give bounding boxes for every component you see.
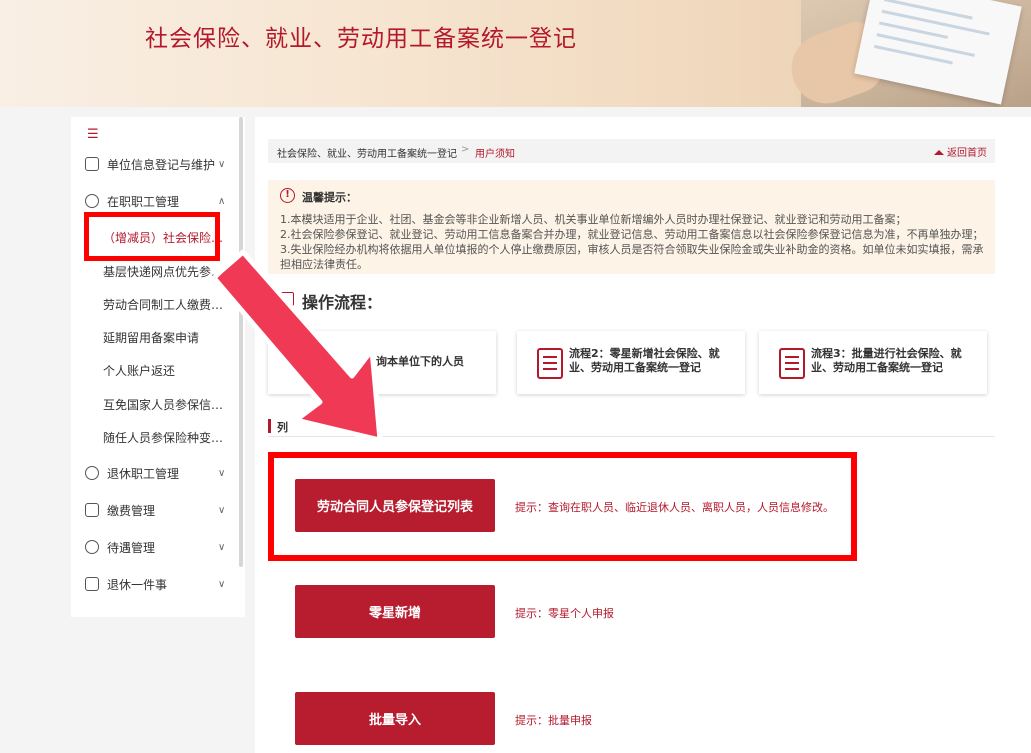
sidebar-subitem-label: 个人账户返还 bbox=[103, 363, 176, 378]
breadcrumb-level1[interactable]: 社会保险、就业、劳动用工备案统一登记 bbox=[277, 145, 457, 160]
sidebar-item-payment[interactable]: 缴费管理 ∨ bbox=[71, 495, 239, 525]
chevron-down-icon: ∨ bbox=[218, 158, 226, 170]
notice-line: 2.社会保险参保登记、就业登记、劳动用工信息备案合并办理，就业登记信息、劳动用工… bbox=[280, 228, 984, 241]
section-divider bbox=[268, 436, 995, 437]
sidebar-item-label: 退休职工管理 bbox=[107, 466, 180, 481]
sidebar-subitem-label: 互免国家人员参保信息... bbox=[103, 397, 229, 412]
sidebar-item-label: 在职职工管理 bbox=[107, 194, 180, 209]
user-group-icon bbox=[85, 194, 99, 208]
retire-icon bbox=[85, 466, 99, 480]
flowchart-icon bbox=[280, 292, 294, 306]
chevron-down-icon: ∨ bbox=[218, 467, 226, 479]
sidebar-scrollbar[interactable] bbox=[239, 117, 243, 567]
home-icon bbox=[934, 150, 944, 155]
flow-card-text: 流程2：零星新增社会保险、就业、劳动用工备案统一登记 bbox=[569, 347, 720, 374]
flow-card-text: 流程3：批量进行社会保险、就业、劳动用工备案统一登记 bbox=[811, 347, 962, 374]
sidebar-item-unit-info[interactable]: 单位信息登记与维护 ∨ bbox=[71, 149, 239, 179]
annotation-highlight-action bbox=[268, 452, 857, 561]
chevron-down-icon: ∨ bbox=[218, 504, 226, 516]
sidebar-subitem-account-refund[interactable]: 个人账户返还 bbox=[71, 355, 239, 385]
main-content: 社会保险、就业、劳动用工备案统一登记 > 用户须知 返回首页 ! 温馨提示： 1… bbox=[255, 117, 1031, 753]
alert-icon: ! bbox=[280, 188, 295, 203]
banner-illustration bbox=[781, 0, 1031, 107]
sidebar-item-retirees[interactable]: 退休职工管理 ∨ bbox=[71, 458, 239, 488]
breadcrumb: 社会保险、就业、劳动用工备案统一登记 > 用户须知 返回首页 bbox=[268, 139, 995, 163]
action-hint: 提示：批量申报 bbox=[515, 714, 592, 727]
home-link[interactable]: 返回首页 bbox=[934, 144, 987, 159]
section-accent-bar bbox=[268, 419, 271, 433]
sidebar-item-label: 缴费管理 bbox=[107, 503, 156, 518]
sidebar-item-benefits[interactable]: 待遇管理 ∨ bbox=[71, 532, 239, 562]
annotation-highlight-sidebar bbox=[84, 212, 220, 261]
notice-line: 3.失业保险经办机构将依据用人单位填报的个人停止缴费原因，审核人员是否符合领取失… bbox=[280, 243, 984, 271]
action-hint: 提示：零星个人申报 bbox=[515, 607, 614, 620]
chevron-up-icon: ∧ bbox=[218, 195, 226, 207]
sidebar-item-label: 待遇管理 bbox=[107, 540, 156, 555]
sidebar-subitem-contract-workers[interactable]: 劳动合同制工人缴费年限... bbox=[71, 289, 239, 319]
building-icon bbox=[85, 157, 99, 171]
sidebar-subitem-label: 随任人员参保险种变更... bbox=[103, 430, 229, 445]
flow-card-2[interactable]: 流程2：零星新增社会保险、就业、劳动用工备案统一登记 bbox=[517, 331, 745, 394]
sidebar-subitem-mutual-exempt[interactable]: 互免国家人员参保信息... bbox=[71, 389, 239, 419]
sidebar-item-retire-one-thing[interactable]: 退休一件事 ∨ bbox=[71, 569, 239, 599]
flow-card-text: 询本单位下的人员 bbox=[376, 355, 464, 368]
chevron-down-icon: ∨ bbox=[218, 578, 226, 590]
sidebar-item-label: 单位信息登记与维护 bbox=[107, 157, 216, 172]
flow-card-1[interactable]: 询本单位下的人员 bbox=[268, 331, 496, 394]
menu-collapse-icon[interactable]: ☰ bbox=[87, 127, 99, 142]
sidebar-subitem-accompany[interactable]: 随任人员参保险种变更... bbox=[71, 422, 239, 452]
sidebar-subitem-extension[interactable]: 延期留用备案申请 bbox=[71, 322, 239, 352]
sidebar-subitem-label: 基层快递网点优先参加工伤... bbox=[103, 264, 229, 279]
section-title: 列 bbox=[277, 421, 288, 434]
case-icon bbox=[85, 577, 99, 591]
breadcrumb-separator: > bbox=[461, 144, 470, 155]
sporadic-add-button[interactable]: 零星新增 bbox=[295, 585, 495, 638]
batch-import-button[interactable]: 批量导入 bbox=[295, 692, 495, 745]
header-banner: 社会保险、就业、劳动用工备案统一登记 bbox=[0, 0, 1031, 107]
form-icon bbox=[537, 348, 563, 379]
flow-title: 操作流程： bbox=[302, 293, 383, 312]
notice-line: 1.本模块适用于企业、社团、基金会等非企业新增人员、机关事业单位新增编外人员时办… bbox=[280, 213, 907, 226]
sidebar-item-label: 退休一件事 bbox=[107, 577, 168, 592]
sidebar-subitem-label: 延期留用备案申请 bbox=[103, 330, 200, 345]
sidebar: ☰ 单位信息登记与维护 ∨ 在职职工管理 ∧ （增减员）社会保险、就业... 基… bbox=[71, 117, 245, 617]
form-icon bbox=[779, 348, 805, 379]
notice-panel: ! 温馨提示： 1.本模块适用于企业、社团、基金会等非企业新增人员、机关事业单位… bbox=[268, 180, 995, 274]
page-banner-title: 社会保险、就业、劳动用工备案统一登记 bbox=[145, 26, 577, 52]
flow-card-3[interactable]: 流程3：批量进行社会保险、就业、劳动用工备案统一登记 bbox=[759, 331, 987, 394]
chevron-down-icon: ∨ bbox=[218, 541, 226, 553]
payment-icon bbox=[85, 503, 99, 517]
home-link-label: 返回首页 bbox=[947, 148, 987, 159]
benefit-icon bbox=[85, 540, 99, 554]
notice-title: 温馨提示： bbox=[302, 191, 357, 204]
breadcrumb-level2: 用户须知 bbox=[475, 149, 515, 160]
sidebar-subitem-label: 劳动合同制工人缴费年限... bbox=[103, 297, 229, 312]
